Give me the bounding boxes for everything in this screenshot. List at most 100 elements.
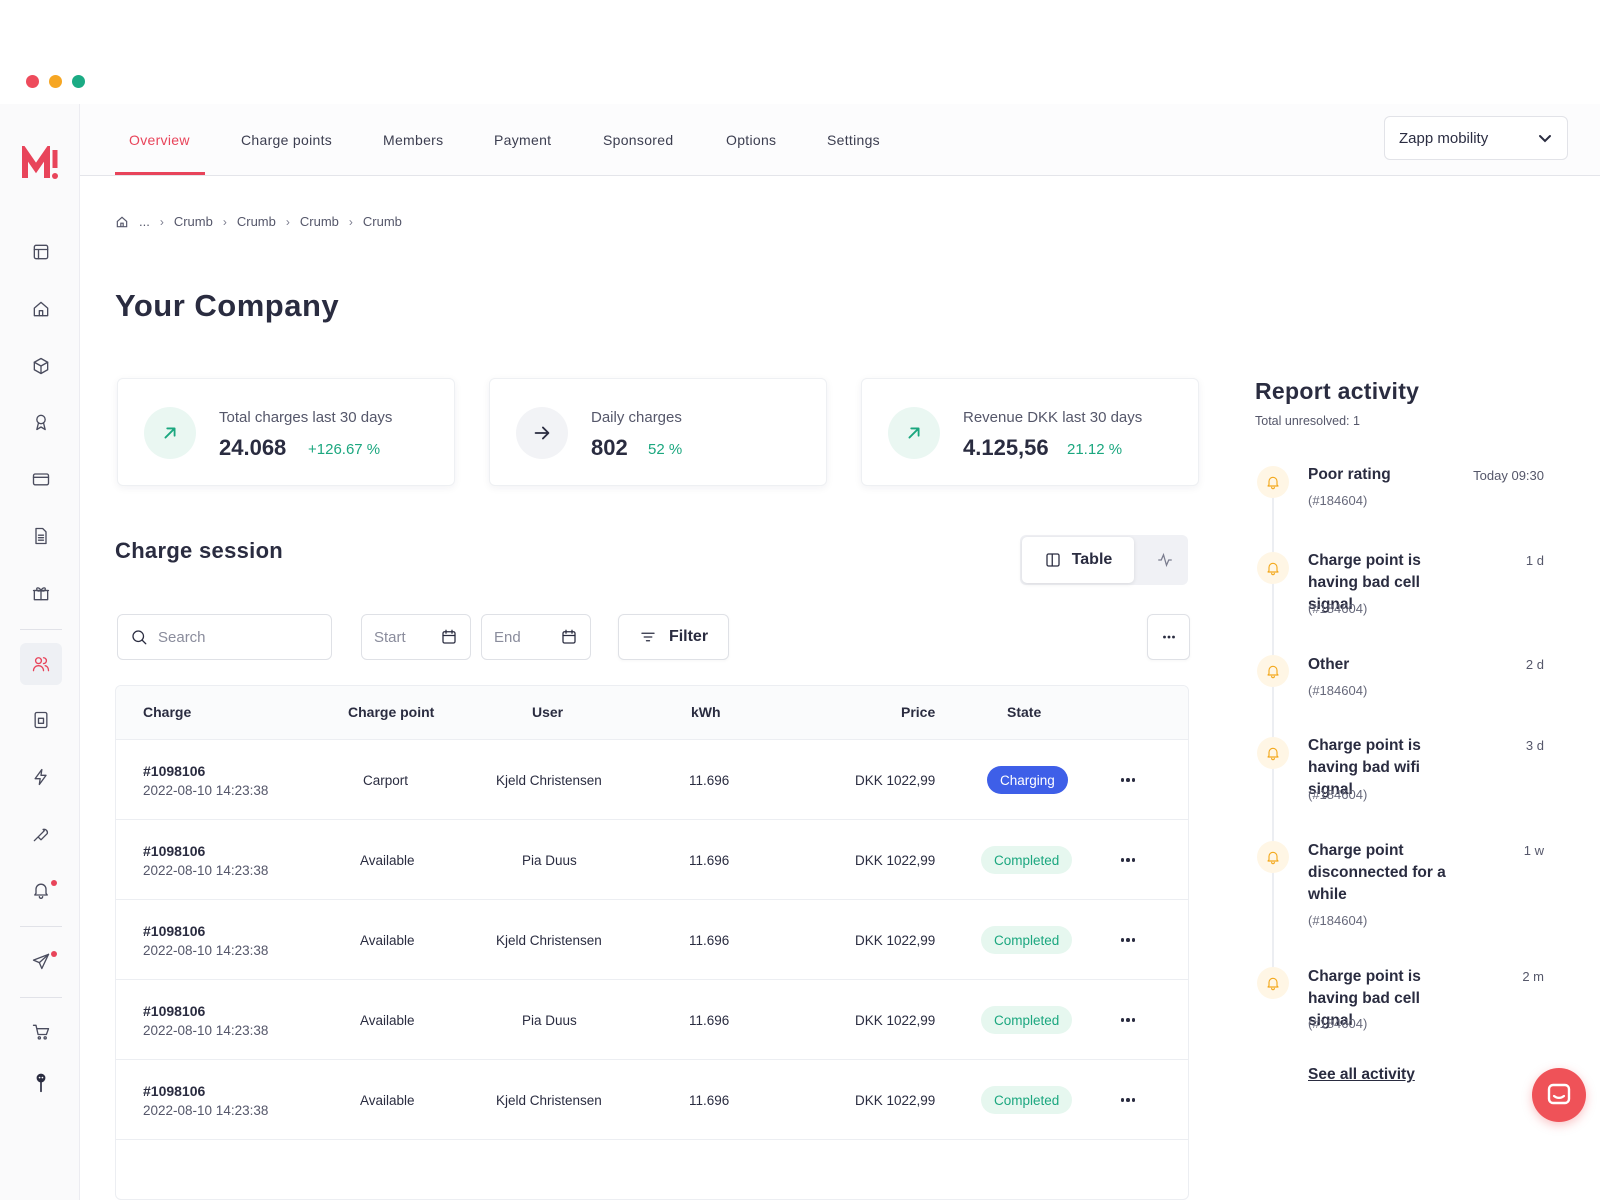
row-more-icon[interactable] [1116, 1088, 1140, 1112]
stat-card-total-charges: Total charges last 30 days 24.068 +126.6… [117, 378, 455, 486]
app-window: Overview Charge points Members Payment S… [0, 0, 1600, 1200]
m-logo-icon[interactable] [22, 146, 62, 182]
activity-title[interactable]: Other [1308, 654, 1468, 676]
table-row[interactable]: #1098106 2022-08-10 14:23:38 Available P… [116, 980, 1188, 1060]
activity-icon [1158, 552, 1172, 568]
column-header-price[interactable]: Price [901, 704, 935, 720]
box-icon[interactable] [20, 345, 62, 387]
sidebar [0, 104, 80, 1200]
charge-point: Available [360, 853, 415, 868]
document-icon[interactable] [20, 515, 62, 557]
price-value: DKK 1022,99 [855, 1093, 936, 1108]
tab-settings[interactable]: Settings [827, 104, 880, 176]
close-window-dot[interactable] [26, 75, 39, 88]
activity-title[interactable]: Poor rating [1308, 464, 1468, 486]
calendar-icon[interactable] [440, 628, 458, 646]
bell-icon[interactable] [20, 869, 62, 911]
tab-charge-points[interactable]: Charge points [241, 104, 332, 176]
sidebar-divider [20, 926, 62, 927]
avatar-icon[interactable] [20, 1062, 62, 1104]
table-row[interactable]: #1098106 2022-08-10 14:23:38 Carport Kje… [116, 740, 1188, 820]
company-select[interactable]: Zapp mobility [1384, 116, 1568, 160]
column-header-user[interactable]: User [532, 704, 563, 720]
chevron-down-icon [1539, 135, 1551, 143]
tab-overview[interactable]: Overview [129, 104, 190, 176]
table-row[interactable]: #1098106 2022-08-10 14:23:38 Available K… [116, 900, 1188, 980]
breadcrumb-ellipsis[interactable]: ... [139, 214, 150, 229]
credit-card-icon[interactable] [20, 458, 62, 500]
filter-button[interactable]: Filter [618, 614, 729, 660]
status-badge: Completed [981, 926, 1073, 954]
lightning-icon[interactable] [20, 756, 62, 798]
column-header-charge[interactable]: Charge [143, 704, 191, 720]
row-more-icon[interactable] [1116, 768, 1140, 792]
report-activity-title: Report activity [1255, 378, 1420, 404]
column-header-kwh[interactable]: kWh [691, 704, 721, 720]
wrench-icon[interactable] [20, 813, 62, 855]
row-more-icon[interactable] [1116, 928, 1140, 952]
charge-point: Available [360, 1013, 415, 1028]
stat-label: Revenue DKK last 30 days [963, 409, 1143, 426]
user-name: Kjeld Christensen [496, 1093, 602, 1108]
kwh-value: 11.696 [689, 853, 730, 868]
search-placeholder: Search [158, 628, 206, 646]
breadcrumb-item[interactable]: Crumb [363, 214, 402, 229]
see-all-activity-link[interactable]: See all activity [1308, 1066, 1415, 1084]
device-icon[interactable] [20, 699, 62, 741]
chart-view-button[interactable] [1144, 537, 1186, 583]
calendar-icon[interactable] [560, 628, 578, 646]
tab-members[interactable]: Members [383, 104, 443, 176]
tab-payment[interactable]: Payment [494, 104, 551, 176]
arrow-up-right-icon [888, 407, 940, 459]
more-options-button[interactable] [1147, 614, 1190, 660]
status-badge: Completed [981, 1006, 1073, 1034]
send-icon[interactable] [20, 940, 62, 982]
maximize-window-dot[interactable] [72, 75, 85, 88]
activity-ref: (#184604) [1308, 493, 1368, 508]
breadcrumb-item[interactable]: Crumb [237, 214, 276, 229]
charge-id: #1098106 [143, 1003, 206, 1019]
row-more-icon[interactable] [1116, 1008, 1140, 1032]
start-date-field[interactable]: Start [361, 614, 471, 660]
chevron-right-icon: › [348, 214, 353, 229]
breadcrumb: ... › Crumb › Crumb › Crumb › Crumb [115, 214, 402, 229]
activity-ref: (#184604) [1308, 913, 1368, 928]
company-select-value: Zapp mobility [1399, 129, 1489, 147]
arrow-up-right-icon [144, 407, 196, 459]
charge-date: 2022-08-10 14:23:38 [143, 863, 269, 878]
award-icon[interactable] [20, 401, 62, 443]
stat-label: Total charges last 30 days [219, 409, 393, 426]
column-header-state[interactable]: State [1007, 704, 1041, 720]
table-view-button[interactable]: Table [1022, 537, 1134, 583]
activity-ref: (#184604) [1308, 683, 1368, 698]
cart-icon[interactable] [20, 1011, 62, 1053]
more-horizontal-icon [1162, 635, 1175, 639]
bell-icon [1257, 655, 1289, 687]
home-icon[interactable] [20, 288, 62, 330]
breadcrumb-item[interactable]: Crumb [174, 214, 213, 229]
charge-point: Available [360, 933, 415, 948]
bell-icon [1257, 967, 1289, 999]
column-header-charge-point[interactable]: Charge point [348, 704, 434, 720]
home-icon[interactable] [115, 215, 129, 229]
charge-point: Available [360, 1093, 415, 1108]
columns-icon [1046, 553, 1060, 567]
end-date-field[interactable]: End [481, 614, 591, 660]
table-row[interactable]: #1098106 2022-08-10 14:23:38 Available P… [116, 820, 1188, 900]
tab-options[interactable]: Options [726, 104, 776, 176]
breadcrumb-item[interactable]: Crumb [300, 214, 339, 229]
row-more-icon[interactable] [1116, 848, 1140, 872]
gift-icon[interactable] [20, 572, 62, 614]
minimize-window-dot[interactable] [49, 75, 62, 88]
table-row[interactable]: #1098106 2022-08-10 14:23:38 Available K… [116, 1060, 1188, 1140]
active-tab-indicator [115, 172, 205, 175]
users-icon[interactable] [20, 643, 62, 685]
tab-sponsored[interactable]: Sponsored [603, 104, 673, 176]
chevron-right-icon: › [222, 214, 227, 229]
activity-title[interactable]: Charge point disconnected for a while [1308, 840, 1448, 906]
layout-icon[interactable] [20, 231, 62, 273]
filter-icon [641, 632, 655, 642]
chat-button[interactable] [1532, 1068, 1586, 1122]
search-input[interactable]: Search [117, 614, 332, 660]
stat-value: 4.125,56 [963, 435, 1049, 460]
